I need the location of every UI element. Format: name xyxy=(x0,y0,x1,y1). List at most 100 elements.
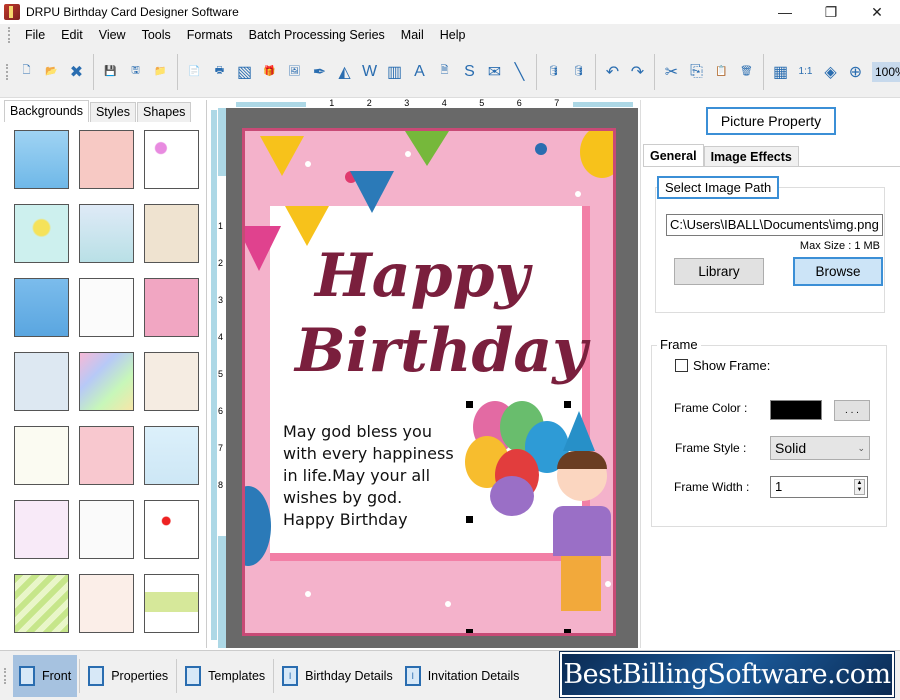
background-thumbnail-balloons-sky[interactable] xyxy=(144,426,199,485)
background-icon[interactable]: ▧ xyxy=(234,61,256,83)
background-thumbnail-red-hearts[interactable] xyxy=(144,500,199,559)
copy-icon[interactable]: ⎘ xyxy=(686,61,708,83)
bunting-flag xyxy=(260,136,304,176)
bottom-tab-invitation-details[interactable]: I Invitation Details xyxy=(399,655,526,697)
background-thumbnail-bird-balloons[interactable] xyxy=(144,204,199,263)
fit-window-icon[interactable]: ◈ xyxy=(820,61,842,83)
open-folder-icon[interactable]: 📂 xyxy=(41,61,63,83)
resize-handle[interactable] xyxy=(564,629,571,633)
grid-icon[interactable]: ▦ xyxy=(770,61,792,83)
signature-icon[interactable]: S xyxy=(459,61,481,83)
tab-shapes[interactable]: Shapes xyxy=(137,102,192,122)
show-frame-checkbox[interactable] xyxy=(675,359,688,372)
tab-general[interactable]: General xyxy=(643,144,704,167)
menu-help[interactable]: Help xyxy=(432,28,474,42)
background-thumbnail-happy-birthday[interactable] xyxy=(14,426,69,485)
bottom-tab-properties[interactable]: Properties xyxy=(82,655,174,697)
text-icon[interactable]: A xyxy=(409,61,431,83)
delete-icon[interactable]: 🗑 xyxy=(736,61,758,83)
save-as-icon[interactable]: 🖫 xyxy=(125,61,147,83)
background-thumbnail-balloon-bunches[interactable] xyxy=(79,500,134,559)
zoom-in-icon[interactable]: ⊕ xyxy=(845,61,867,83)
library-button[interactable]: Library xyxy=(674,258,764,285)
background-thumbnail-butterflies[interactable] xyxy=(144,130,199,189)
ruler-tick-label: 6 xyxy=(516,98,522,108)
resize-handle[interactable] xyxy=(466,401,473,408)
new-file-icon[interactable]: 🗋 xyxy=(16,61,38,83)
redo-icon[interactable]: ↷ xyxy=(627,61,649,83)
resize-handle[interactable] xyxy=(564,401,571,408)
frame-width-spinner[interactable]: 1 ▲ ▼ xyxy=(770,476,868,498)
menu-file[interactable]: File xyxy=(17,28,53,42)
templates-icon xyxy=(185,665,202,686)
text-box-icon[interactable]: 🗎 xyxy=(434,61,456,83)
bottom-tab-front[interactable]: Front xyxy=(13,654,78,697)
show-frame-label: Show Frame: xyxy=(693,358,771,373)
background-thumbnail-stars[interactable] xyxy=(14,278,69,337)
tab-backgrounds[interactable]: Backgrounds xyxy=(4,100,89,122)
shapes-icon[interactable]: ◭ xyxy=(334,61,356,83)
minimize-button[interactable]: — xyxy=(762,0,808,24)
kid-with-balloons-image[interactable] xyxy=(465,401,613,633)
close-file-icon[interactable]: ✖ xyxy=(66,61,88,83)
background-thumbnail-bubbles[interactable] xyxy=(14,352,69,411)
pen-icon[interactable]: ✒ xyxy=(309,61,331,83)
birthday-card[interactable]: Happy Birthday May god bless you with ev… xyxy=(242,128,616,636)
tab-image-effects[interactable]: Image Effects xyxy=(703,146,799,167)
database-add-icon[interactable]: 🛢 xyxy=(543,61,565,83)
menu-formats[interactable]: Formats xyxy=(179,28,241,42)
tab-styles[interactable]: Styles xyxy=(89,102,137,122)
gift-icon[interactable]: 🎁 xyxy=(259,61,281,83)
background-thumbnail-pink-pattern[interactable] xyxy=(79,130,134,189)
left-panel-scrollbar[interactable] xyxy=(210,100,218,648)
background-thumbnail-pink-cakes[interactable] xyxy=(144,278,199,337)
menu-tools[interactable]: Tools xyxy=(134,28,179,42)
frame-color-swatch[interactable] xyxy=(770,400,822,420)
resize-handle[interactable] xyxy=(466,629,473,633)
bottom-tab-birthday-details[interactable]: I Birthday Details xyxy=(276,655,399,697)
background-thumbnail-cakes-pattern[interactable] xyxy=(79,574,134,633)
bottom-tab-templates[interactable]: Templates xyxy=(179,655,271,697)
paste-icon[interactable]: 📋 xyxy=(711,61,733,83)
watermark-icon[interactable]: W xyxy=(359,61,381,83)
properties-icon[interactable]: 📄 xyxy=(184,61,206,83)
frame-color-picker-button[interactable]: . . . xyxy=(834,400,870,421)
frame-style-select[interactable]: Solid ⌄ xyxy=(770,436,870,460)
browse-button[interactable]: Browse xyxy=(793,257,883,286)
zoom-level-field[interactable]: 100% xyxy=(872,61,900,82)
background-thumbnail-white-balloons[interactable] xyxy=(79,278,134,337)
background-thumbnail-teddy[interactable] xyxy=(144,352,199,411)
menu-view[interactable]: View xyxy=(91,28,134,42)
line-icon[interactable]: ╲ xyxy=(509,61,531,83)
background-thumbnail-bears[interactable] xyxy=(79,204,134,263)
print-icon[interactable]: 🖶 xyxy=(209,61,231,83)
background-thumbnail-green-stripes[interactable] xyxy=(14,574,69,633)
card-title-birthday[interactable]: Birthday xyxy=(295,316,587,386)
menu-batch-processing[interactable]: Batch Processing Series xyxy=(241,28,393,42)
card-message-text[interactable]: May god bless you with every happiness i… xyxy=(283,421,473,531)
save-icon[interactable]: 💾 xyxy=(100,61,122,83)
database-icon[interactable]: 🛢 xyxy=(568,61,590,83)
background-thumbnail-outline-hearts[interactable] xyxy=(14,500,69,559)
background-thumbnail-meadow[interactable] xyxy=(144,574,199,633)
ruler-tick-label: 1 xyxy=(218,221,224,231)
spin-arrows-icon[interactable]: ▲ ▼ xyxy=(854,479,865,495)
insert-image-icon[interactable]: 🖼 xyxy=(284,61,306,83)
actual-size-icon[interactable]: 1:1 xyxy=(795,61,817,83)
background-thumbnail-pink-hearts-stripes[interactable] xyxy=(79,426,134,485)
close-button[interactable]: ✕ xyxy=(854,0,900,24)
menu-edit[interactable]: Edit xyxy=(53,28,91,42)
barcode-icon[interactable]: ▥ xyxy=(384,61,406,83)
undo-icon[interactable]: ↶ xyxy=(602,61,624,83)
resize-handle[interactable] xyxy=(466,516,473,523)
background-thumbnail-flowers[interactable] xyxy=(14,204,69,263)
maximize-button[interactable]: ❐ xyxy=(808,0,854,24)
mail-icon[interactable]: ✉ xyxy=(484,61,506,83)
image-path-input[interactable]: C:\Users\IBALL\Documents\img.png xyxy=(666,214,883,236)
card-title-happy[interactable]: Happy xyxy=(315,241,529,311)
export-icon[interactable]: 📁 xyxy=(150,61,172,83)
background-thumbnail-rainbow[interactable] xyxy=(79,352,134,411)
menu-mail[interactable]: Mail xyxy=(393,28,432,42)
cut-icon[interactable]: ✂ xyxy=(661,61,683,83)
background-thumbnail-clouds[interactable] xyxy=(14,130,69,189)
